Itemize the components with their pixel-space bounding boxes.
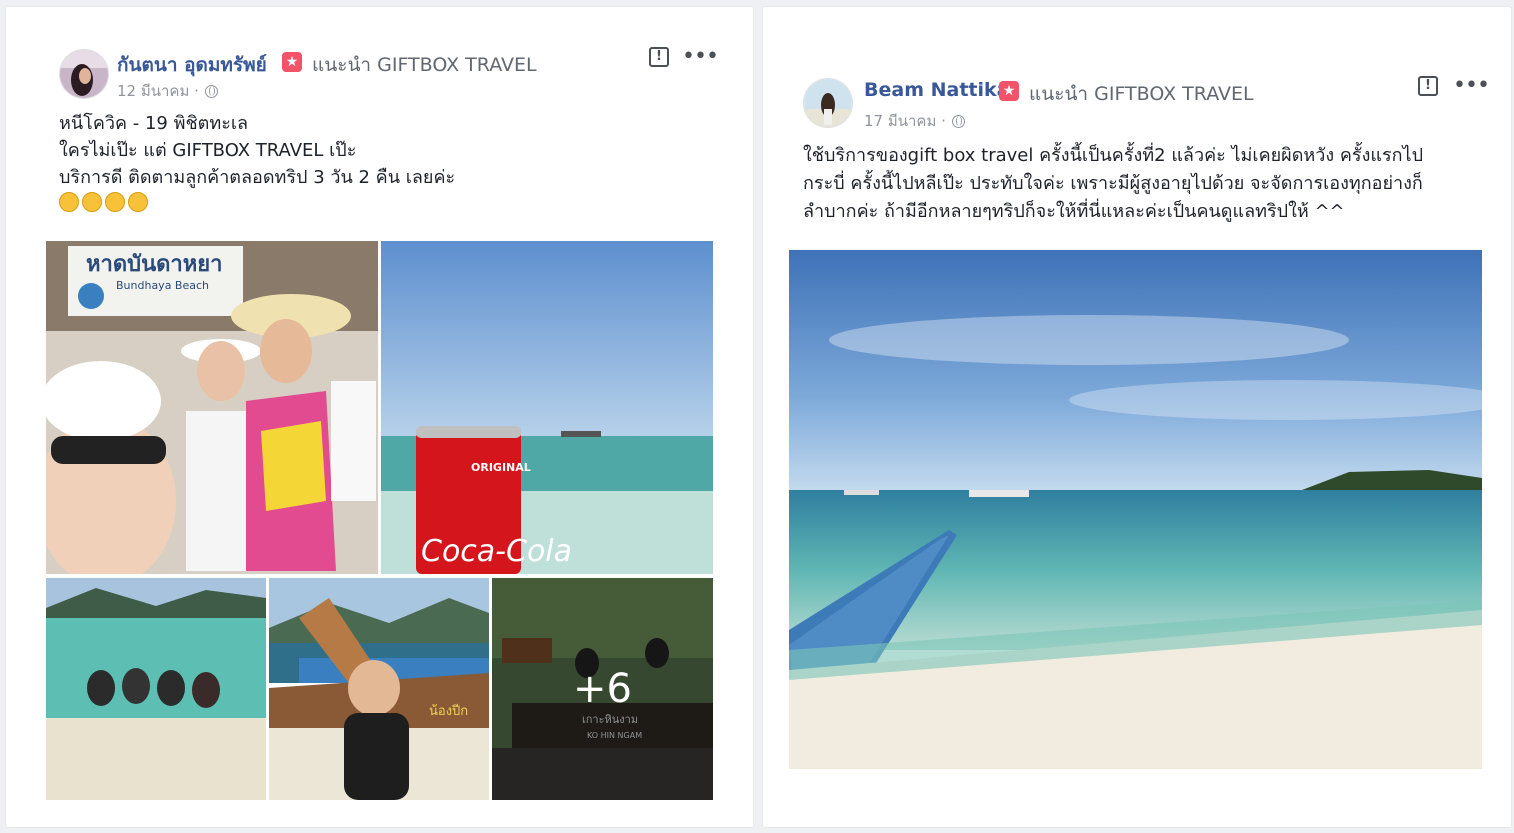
emoji-row: [59, 191, 151, 212]
photo-coke-can[interactable]: ORIGINAL Coca-Cola: [381, 241, 713, 574]
post-text-line: กระบี่ ครั้งนี้ไปหลีเป๊ะ ประทับใจค่ะ เพร…: [803, 173, 1423, 194]
post-meta: 12 มีนาคม ·: [117, 79, 218, 103]
review-post-1: กันตนา อุดมทรัพย์ ★ แนะนำ GIFTBOX TRAVEL…: [5, 6, 754, 828]
globe-icon: [204, 84, 218, 98]
author-avatar[interactable]: [59, 49, 109, 99]
photo-swimmers[interactable]: [46, 578, 266, 800]
star-badge-icon: ★: [999, 81, 1019, 101]
post-text-line: ลำบากค่ะ ถ้ามีอีกหลายๆทริปก็จะให้ที่นี่แ…: [803, 201, 1345, 222]
post-text-line: ใช้บริการของgift box travel ครั้งนี้เป็น…: [803, 145, 1424, 166]
post-text-line: หนีโควิค - 19 พิชิตทะเล: [59, 113, 249, 134]
author-avatar[interactable]: [803, 78, 853, 128]
post-meta: 17 มีนาคม ·: [864, 109, 965, 133]
recommend-text[interactable]: แนะนำ GIFTBOX TRAVEL: [1029, 79, 1254, 109]
more-options-icon[interactable]: •••: [1453, 75, 1490, 97]
smile-emoji-icon: [82, 192, 102, 212]
post-date[interactable]: 17 มีนาคม ·: [864, 109, 946, 133]
more-options-icon[interactable]: •••: [682, 46, 719, 68]
more-photos-count[interactable]: +6: [492, 578, 713, 800]
recommend-text[interactable]: แนะนำ GIFTBOX TRAVEL: [312, 50, 537, 80]
author-name[interactable]: Beam Nattika: [864, 79, 1009, 101]
smile-emoji-icon: [128, 192, 148, 212]
post-text-line: บริการดี ติดตามลูกค้าตลอดทริป 3 วัน 2 คื…: [59, 167, 456, 188]
can-brand: Coca-Cola: [421, 534, 572, 569]
smile-emoji-icon: [105, 192, 125, 212]
smile-emoji-icon: [59, 192, 79, 212]
boat-text: น้องปีก: [429, 703, 468, 719]
globe-icon: [951, 114, 965, 128]
photo-longtail-boat[interactable]: น้องปีก: [269, 578, 489, 800]
can-text: ORIGINAL: [471, 461, 531, 474]
report-icon[interactable]: !: [649, 47, 669, 67]
star-badge-icon: ★: [282, 52, 302, 72]
photo-beach-pier[interactable]: [789, 250, 1482, 769]
author-name[interactable]: กันตนา อุดมทรัพย์: [117, 50, 267, 80]
sign-subtext: Bundhaya Beach: [116, 279, 209, 292]
sign-text: หาดบันดาหยา: [86, 252, 223, 277]
post-text-line: ใครไม่เป๊ะ แต่ GIFTBOX TRAVEL เป๊ะ: [59, 140, 357, 161]
report-icon[interactable]: !: [1418, 76, 1438, 96]
review-post-2: Beam Nattika ★ แนะนำ GIFTBOX TRAVEL 17 ม…: [762, 6, 1512, 828]
photo-selfie[interactable]: หาดบันดาหยา Bundhaya Beach: [46, 241, 378, 574]
photo-hin-ngam-more[interactable]: เกาะหินงาม KO HIN NGAM +6: [492, 578, 713, 800]
post-date[interactable]: 12 มีนาคม ·: [117, 79, 199, 103]
